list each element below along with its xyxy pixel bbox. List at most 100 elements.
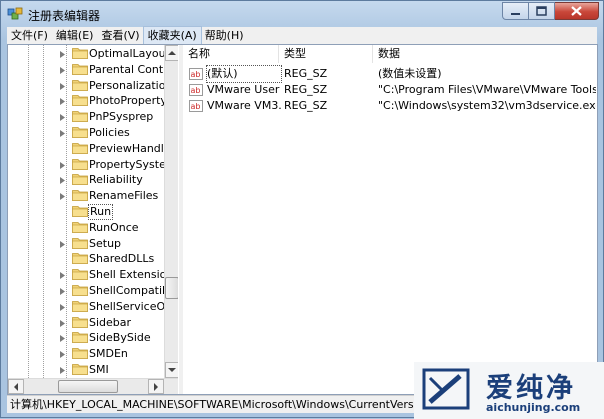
expand-arrow-icon[interactable]	[60, 193, 66, 201]
title-bar[interactable]: 注册表编辑器	[1, 1, 603, 27]
menu-help[interactable]: 帮助(H)	[201, 27, 248, 44]
folder-icon	[72, 364, 88, 375]
folder-icon	[72, 190, 88, 202]
value-row[interactable]: ab VMware VM3... REG_SZ "C:\Windows\system3…	[183, 98, 597, 114]
tree-item-label: SideBySide	[89, 331, 151, 345]
tree-item[interactable]: ShellCompatibilit	[8, 283, 178, 299]
tree-horizontal-scrollbar[interactable]	[8, 378, 178, 394]
value-type: REG_SZ	[284, 83, 328, 96]
value-name: VMware User ...	[207, 83, 281, 96]
svg-text:ab: ab	[191, 86, 201, 95]
minimize-button[interactable]	[502, 2, 529, 20]
tree-item[interactable]: RunOnce	[8, 220, 168, 236]
expand-arrow-icon[interactable]	[60, 240, 66, 248]
menu-file[interactable]: 文件(F)	[7, 27, 52, 44]
tree-item[interactable]: Parental Controls	[8, 62, 178, 78]
folder-icon	[72, 95, 88, 107]
expand-arrow-icon[interactable]	[60, 130, 66, 137]
expand-arrow-icon[interactable]	[60, 161, 66, 169]
watermark-logo-icon	[422, 368, 470, 410]
tree-item[interactable]: PhotoPropertyHa	[8, 93, 178, 109]
registry-editor-window: 注册表编辑器 文件(F) 编辑(E) 查看(V) 收藏夹(A) 帮助(H) Op…	[0, 0, 604, 419]
close-button[interactable]	[555, 2, 599, 20]
column-header-data[interactable]: 数据	[373, 45, 597, 63]
folder-icon	[72, 206, 88, 217]
tree-item-label: PnPSysprep	[89, 110, 154, 124]
value-row[interactable]: ab (默认) REG_SZ (数值未设置)	[183, 65, 597, 83]
scroll-down-button[interactable]	[165, 362, 178, 378]
tree-item[interactable]: Run	[8, 204, 168, 220]
value-type: REG_SZ	[284, 99, 328, 112]
tree-item-label: Run	[87, 204, 114, 220]
expand-arrow-icon[interactable]	[60, 177, 66, 185]
close-icon	[571, 6, 582, 16]
regedit-app-icon	[7, 7, 23, 20]
column-header-name[interactable]: 名称	[183, 45, 279, 63]
folder-icon	[72, 63, 88, 75]
expand-arrow-icon[interactable]	[60, 288, 66, 295]
maximize-icon	[536, 6, 547, 16]
tree-item-label: Sidebar	[89, 315, 132, 329]
folder-icon	[72, 127, 88, 138]
folder-icon	[72, 300, 88, 312]
maximize-button[interactable]	[529, 2, 555, 20]
expand-arrow-icon[interactable]	[60, 351, 66, 359]
tree-item[interactable]: Personalization	[8, 78, 172, 94]
tree-item-label: Reliability	[89, 173, 143, 187]
tree-item[interactable]: PreviewHandlers	[8, 141, 178, 157]
folder-icon	[72, 48, 88, 59]
expand-arrow-icon[interactable]	[60, 272, 66, 280]
menu-view[interactable]: 查看(V)	[97, 27, 143, 44]
scroll-right-button[interactable]	[148, 379, 164, 394]
expand-arrow-icon[interactable]	[60, 98, 66, 106]
value-type: REG_SZ	[284, 67, 328, 80]
tree-item[interactable]: ShellServiceObje	[8, 299, 178, 315]
menu-favorites[interactable]: 收藏夹(A)	[142, 26, 202, 45]
tree-item[interactable]: Setup	[8, 236, 168, 252]
tree-item[interactable]: PnPSysprep	[8, 109, 168, 125]
column-header-type[interactable]: 类型	[279, 45, 373, 63]
expand-arrow-icon[interactable]	[60, 303, 66, 311]
hscroll-thumb[interactable]	[58, 380, 118, 393]
column-headers: 名称 类型 数据	[183, 45, 597, 63]
expand-arrow-icon[interactable]	[60, 335, 66, 343]
folder-icon	[72, 269, 88, 281]
scroll-left-button[interactable]	[8, 379, 24, 394]
tree-item[interactable]: PropertySystem	[8, 157, 177, 173]
tree-item[interactable]: Sidebar	[8, 315, 168, 331]
watermark-url: aichunjing.com	[486, 401, 581, 414]
tree-item[interactable]: SideBySide	[8, 330, 168, 346]
arrow-down-icon	[168, 368, 176, 372]
folder-icon	[72, 221, 88, 233]
svg-text:ab: ab	[191, 102, 201, 111]
tree-item-label: Policies	[89, 126, 130, 139]
folder-icon	[72, 332, 88, 344]
expand-arrow-icon[interactable]	[60, 319, 66, 327]
expand-arrow-icon[interactable]	[60, 114, 66, 122]
expand-arrow-icon[interactable]	[60, 367, 66, 374]
scroll-thumb[interactable]	[165, 277, 178, 299]
expand-arrow-icon[interactable]	[60, 66, 66, 74]
tree-item[interactable]: SMDEn	[8, 346, 168, 362]
tree-item-label: SMDEn	[89, 347, 128, 361]
tree-item[interactable]: Shell Extensions	[8, 267, 178, 283]
folder-icon	[72, 316, 88, 328]
reg-string-icon: ab	[189, 84, 203, 96]
arrow-up-icon	[168, 51, 176, 55]
reg-string-icon: ab	[189, 68, 203, 80]
registry-tree[interactable]: OptimalLayout Parental Controls Personaliz…	[8, 45, 178, 394]
expand-arrow-icon[interactable]	[60, 82, 66, 90]
tree-item[interactable]: SMI	[8, 362, 168, 378]
tree-item[interactable]: Reliability	[8, 172, 168, 188]
value-row[interactable]: ab VMware User ...REG_SZ "C:\Program Files…	[183, 82, 597, 98]
tree-item[interactable]: OptimalLayout	[8, 46, 170, 62]
value-name: (默认)	[206, 65, 282, 83]
expand-arrow-icon[interactable]	[60, 51, 66, 58]
menu-edit[interactable]: 编辑(E)	[52, 27, 98, 44]
tree-item[interactable]: RenameFiles	[8, 188, 168, 204]
tree-item[interactable]: SharedDLLs	[8, 251, 168, 267]
tree-item-label: Setup	[89, 236, 122, 250]
scroll-up-button[interactable]	[165, 45, 178, 61]
tree-item[interactable]: Policies	[8, 125, 168, 141]
tree-vertical-scrollbar[interactable]	[164, 45, 178, 378]
